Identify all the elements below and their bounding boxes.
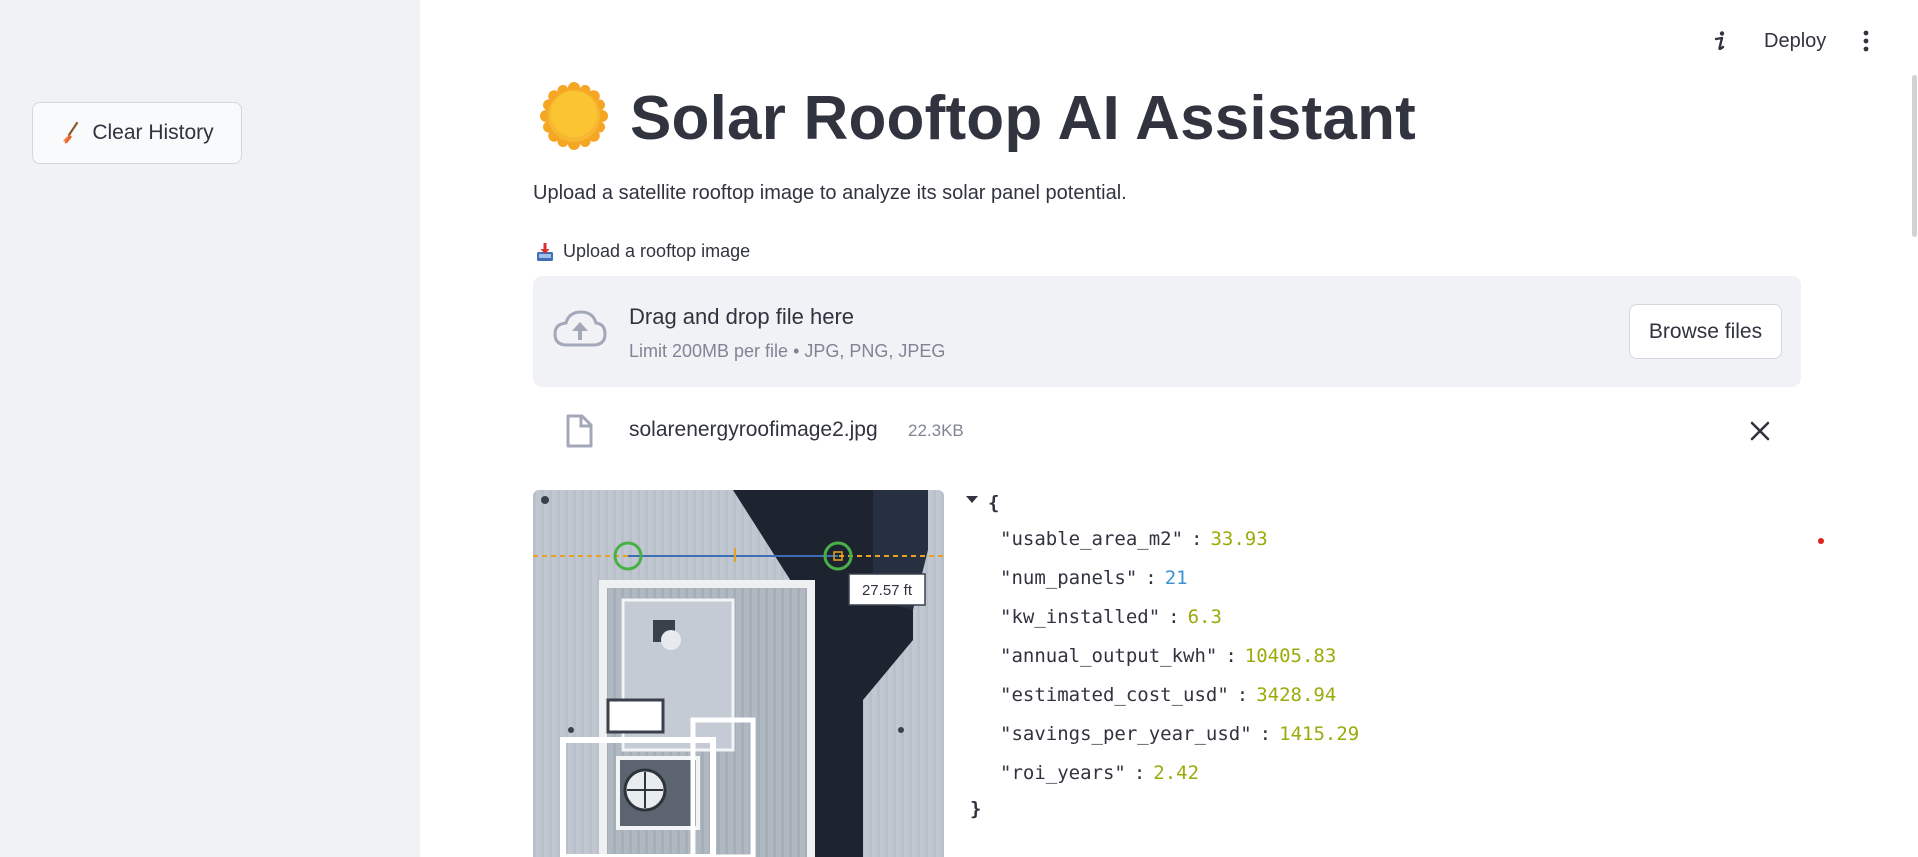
title-row: Solar Rooftop AI Assistant [540, 82, 1416, 155]
json-key: "estimated_cost_usd" [1000, 684, 1229, 706]
json-colon: : [1236, 684, 1249, 706]
clear-history-button[interactable]: Clear History [32, 102, 242, 164]
json-value: 21 [1164, 567, 1188, 589]
clear-history-label: Clear History [92, 121, 214, 144]
json-colon: : [1225, 645, 1237, 667]
uploaded-file-size: 22.3KB [908, 421, 964, 440]
sidebar: Clear History [0, 0, 420, 857]
json-value: 10405.83 [1244, 645, 1337, 667]
json-row: "annual_output_kwh":10405.83 [1000, 645, 1336, 667]
cloud-upload-icon [553, 309, 607, 354]
json-colon: : [1168, 606, 1180, 628]
json-row: "roi_years":2.42 [1000, 762, 1199, 784]
json-key: "annual_output_kwh" [1000, 645, 1218, 667]
json-key: "usable_area_m2" [1000, 528, 1184, 550]
json-value: 1415.29 [1279, 723, 1360, 745]
json-close-brace: } [970, 798, 982, 820]
json-row: "num_panels":21 [1000, 567, 1188, 589]
uploaded-file-row: solarenergyroofimage2.jpg 22.3KB [533, 408, 1801, 454]
close-icon[interactable] [1747, 418, 1773, 444]
json-value: 6.3 [1187, 606, 1222, 628]
dropzone-title: Drag and drop file here [629, 304, 855, 329]
json-row: "estimated_cost_usd":3428.94 [1000, 684, 1336, 706]
json-value: 33.93 [1210, 528, 1268, 550]
page-subtitle: Upload a satellite rooftop image to anal… [533, 182, 1127, 204]
kebab-menu-icon[interactable] [1856, 24, 1876, 58]
json-row: "usable_area_m2":33.93 [1000, 528, 1268, 550]
json-colon: : [1191, 528, 1203, 550]
dropzone-subtitle: Limit 200MB per file • JPG, PNG, JPEG [629, 341, 946, 361]
page-title: Solar Rooftop AI Assistant [630, 84, 1416, 153]
json-colon: : [1259, 723, 1272, 745]
info-icon[interactable] [1708, 24, 1732, 58]
uploader-label-text: Upload a rooftop image [563, 241, 751, 261]
broom-icon [60, 121, 82, 145]
inbox-tray-icon [536, 242, 554, 262]
json-key: "kw_installed" [1000, 606, 1161, 628]
json-colon: : [1145, 567, 1157, 589]
json-colon: : [1133, 762, 1146, 784]
json-key: "roi_years" [1000, 762, 1126, 784]
sun-icon [540, 82, 630, 155]
measurement-label: 27.57 ft [862, 582, 913, 599]
rooftop-image: 27.57 ft [533, 490, 944, 857]
json-key: "num_panels" [1000, 567, 1138, 589]
uploaded-file-name: solarenergyroofimage2.jpg [629, 418, 878, 441]
json-row: "kw_installed":6.3 [1000, 606, 1222, 628]
json-open-brace: { [988, 492, 1000, 514]
uploader-label: Upload a rooftop image [536, 241, 750, 262]
file-dropzone[interactable]: Drag and drop file here Limit 200MB per … [533, 276, 1801, 387]
deploy-button[interactable]: Deploy [1764, 24, 1826, 58]
scrollbar[interactable] [1912, 75, 1917, 237]
collapse-caret-icon[interactable] [966, 496, 978, 503]
json-value: 3428.94 [1256, 684, 1337, 706]
status-indicator [1818, 538, 1824, 544]
file-icon [565, 414, 593, 453]
json-row: "savings_per_year_usd":1415.29 [1000, 723, 1359, 745]
json-value: 2.42 [1153, 762, 1200, 784]
browse-files-button[interactable]: Browse files [1629, 304, 1782, 359]
json-key: "savings_per_year_usd" [1000, 723, 1252, 745]
